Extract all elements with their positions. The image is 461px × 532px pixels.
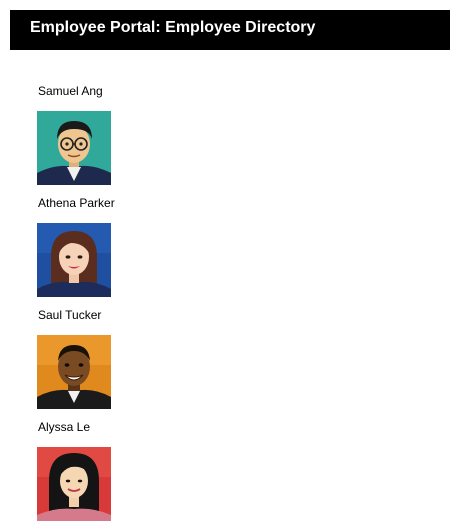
employee-name[interactable]: Athena Parker <box>38 196 115 210</box>
man-with-glasses-avatar-icon[interactable] <box>37 111 111 185</box>
employee-name[interactable]: Saul Tucker <box>38 308 101 322</box>
employee-card[interactable]: Alyssa Le <box>37 420 237 532</box>
employee-name[interactable]: Alyssa Le <box>38 420 90 434</box>
page-title: Employee Portal: Employee Directory <box>30 19 316 36</box>
employee-card[interactable]: Athena Parker <box>37 196 237 308</box>
employee-card[interactable]: Saul Tucker <box>37 308 237 420</box>
woman-brown-hair-avatar-icon[interactable] <box>37 223 111 297</box>
employee-card[interactable]: Samuel Ang <box>37 84 237 196</box>
employee-name[interactable]: Samuel Ang <box>38 84 103 98</box>
page-header: Employee Portal: Employee Directory <box>10 10 450 50</box>
man-smiling-avatar-icon[interactable] <box>37 335 111 409</box>
woman-dark-hair-avatar-icon[interactable] <box>37 447 111 521</box>
employee-directory: Samuel Ang Athena Parker Saul Tucker Aly… <box>37 84 237 532</box>
